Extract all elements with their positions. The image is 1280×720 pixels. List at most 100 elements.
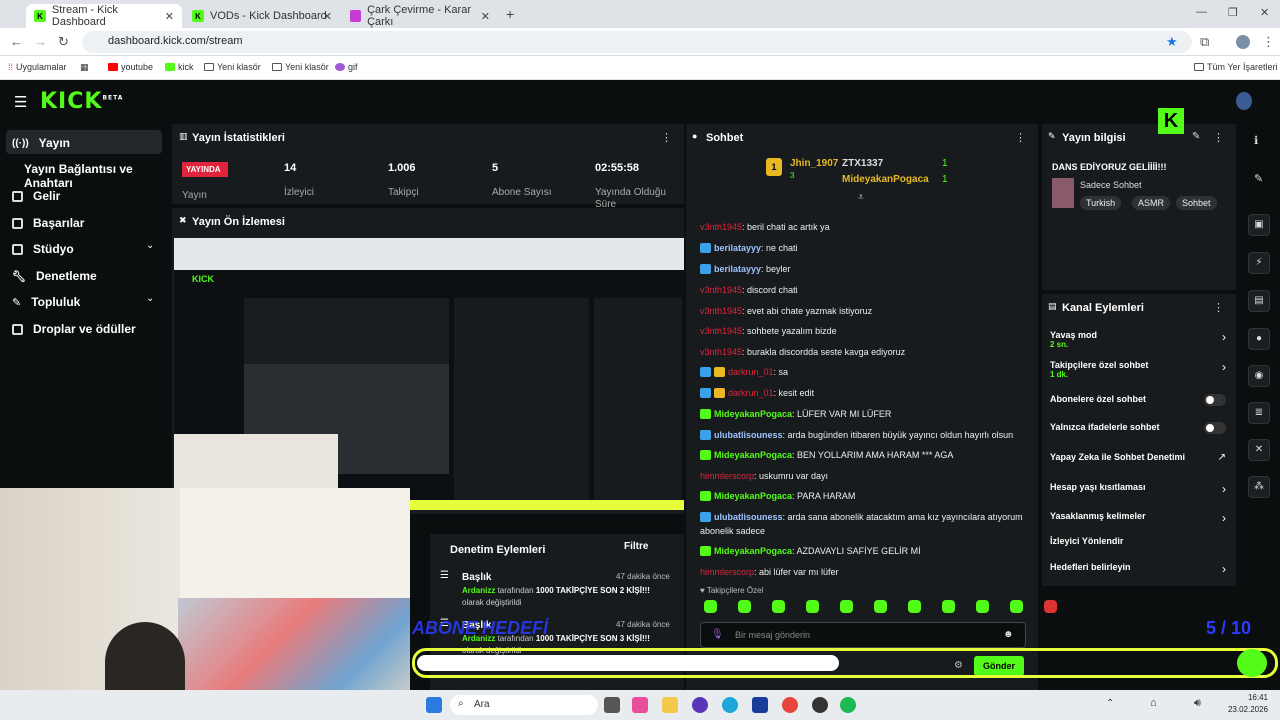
emote-icon[interactable] <box>772 600 785 613</box>
info-icon[interactable]: ℹ <box>1254 134 1258 147</box>
chat-username[interactable]: MideyakanPogaca <box>714 450 792 460</box>
bookmark-folder-1[interactable]: Yeni klasör <box>204 62 261 72</box>
chrome-icon[interactable] <box>782 697 798 713</box>
clock-date[interactable]: 23.02.2026 <box>1212 705 1268 714</box>
rail-button-share[interactable]: ⁂ <box>1248 476 1270 498</box>
browser-tab-stream[interactable]: K Stream - Kick Dashboard ✕ <box>26 4 182 28</box>
task-view-icon[interactable] <box>604 697 620 713</box>
emote-icon[interactable] <box>908 600 921 613</box>
chat-username[interactable]: v3nth1945 <box>700 347 742 357</box>
rail-button-list[interactable]: ▤ <box>1248 290 1270 312</box>
chevron-right-icon[interactable]: › <box>1222 330 1226 344</box>
toggle-switch[interactable] <box>1204 394 1226 406</box>
sidebar-item-denetleme[interactable]: 🔧︎ Denetleme <box>12 269 97 283</box>
sidebar-item-droplar[interactable]: Droplar ve ödüller <box>12 322 136 336</box>
emote-bar[interactable] <box>704 600 1057 614</box>
bookmark-folder-2[interactable]: Yeni klasör <box>272 62 329 72</box>
chevron-right-icon[interactable]: › <box>1222 482 1226 496</box>
bookmark-grid-icon[interactable]: ▦ <box>80 62 89 73</box>
bookmark-all[interactable]: Tüm Yer İşaretleri <box>1194 62 1278 72</box>
filter-button[interactable]: Filtre <box>624 541 648 552</box>
back-icon[interactable]: ← <box>10 34 23 49</box>
bookmark-star-icon[interactable]: ★ <box>1166 34 1178 50</box>
sidebar-item-yayin[interactable]: ((·)) Yayın <box>12 136 70 150</box>
channel-action-row[interactable]: Yalnızca ifadelerle sohbet <box>1042 422 1236 446</box>
chat-username[interactable]: MideyakanPogaca <box>714 491 792 501</box>
emote-icon[interactable] <box>874 600 887 613</box>
emoji-icon[interactable]: ☻ <box>1003 629 1014 640</box>
browser-menu-icon[interactable]: ⋮ <box>1262 34 1275 50</box>
channel-action-row[interactable]: Yavaş mod 2 sn. › <box>1042 330 1236 354</box>
rail-button-chat[interactable]: ● <box>1248 328 1270 350</box>
restore-window-icon[interactable]: ❐ <box>1228 6 1238 19</box>
rail-button-broadcast[interactable]: ◉ <box>1248 365 1270 387</box>
chat-username[interactable]: MideyakanPogaca <box>714 546 792 556</box>
reload-icon[interactable]: ↻ <box>58 34 69 50</box>
volume-icon[interactable]: 🔊︎ <box>1194 697 1201 710</box>
sidebar-item-studyo[interactable]: Stüdyo <box>12 242 74 256</box>
rail-button-clip[interactable]: ▣ <box>1248 214 1270 236</box>
tag[interactable]: ASMR <box>1132 196 1171 210</box>
close-tab-icon[interactable]: ✕ <box>323 10 332 23</box>
chevron-right-icon[interactable]: › <box>1222 562 1226 576</box>
close-window-icon[interactable]: ✕ <box>1260 6 1269 19</box>
chat-username[interactable]: ulubatlisouness <box>714 512 783 522</box>
channel-action-row[interactable]: Hedefleri belirleyin › <box>1042 562 1236 586</box>
emote-icon[interactable] <box>942 600 955 613</box>
forward-icon[interactable]: → <box>34 34 47 49</box>
emote-icon[interactable] <box>840 600 853 613</box>
close-tab-icon[interactable]: ✕ <box>481 10 490 23</box>
sidebar-item-basarilar[interactable]: Başarılar <box>12 216 84 230</box>
menu-icon[interactable]: ☰ <box>14 93 27 111</box>
store-icon[interactable] <box>632 697 648 713</box>
extensions-icon[interactable]: ⧉ <box>1200 34 1209 50</box>
chevron-down-icon[interactable]: ⌄ <box>146 293 154 304</box>
bookmark-kick[interactable]: kick <box>165 62 194 72</box>
chevron-right-icon[interactable]: › <box>1222 511 1226 525</box>
profile-avatar[interactable] <box>1236 35 1250 49</box>
channel-action-row[interactable]: Yapay Zeka ile Sohbet Denetimi ↗ <box>1042 452 1236 476</box>
network-icon[interactable]: ⌂ <box>1150 697 1157 709</box>
new-tab-button[interactable]: + <box>506 6 514 22</box>
more-icon[interactable]: ⋮ <box>1213 301 1224 314</box>
more-icon[interactable]: ⋮ <box>1213 131 1224 144</box>
pencil-icon[interactable]: ✎ <box>1254 172 1263 185</box>
channel-action-row[interactable]: Yasaklanmış kelimeler › <box>1042 511 1236 535</box>
channel-action-row[interactable]: İzleyici Yönlendir <box>1042 536 1236 560</box>
bookmark-gif[interactable]: gif <box>335 62 358 72</box>
bookmark-apps[interactable]: ⁞⁞ Uygulamalar <box>8 62 67 72</box>
rail-button-flash[interactable]: ⚡ <box>1248 252 1270 274</box>
tag[interactable]: Turkish <box>1080 196 1122 210</box>
browser-tab-vods[interactable]: K VODs - Kick Dashboard ✕ <box>184 4 340 28</box>
external-link-icon[interactable]: ↗ <box>1218 452 1226 463</box>
spotify-icon[interactable] <box>840 697 856 713</box>
bookmark-youtube[interactable]: youtube <box>108 62 153 72</box>
explorer-icon[interactable] <box>662 697 678 713</box>
sidebar-item-stream-key[interactable]: Yayın Bağlantısı ve Anahtarı <box>24 162 170 190</box>
chat-username[interactable]: v3nth1945 <box>700 306 742 316</box>
chat-username[interactable]: v3nth1945 <box>700 326 742 336</box>
minimize-window-icon[interactable]: — <box>1196 6 1207 18</box>
sidebar-item-gelir[interactable]: Gelir <box>12 189 60 203</box>
channel-action-row[interactable]: Takipçilere özel sohbet 1 dk. › <box>1042 360 1236 384</box>
chevron-right-icon[interactable]: › <box>1222 360 1226 374</box>
emote-icon[interactable] <box>976 600 989 613</box>
emote-icon[interactable] <box>1010 600 1023 613</box>
tray-chevron-icon[interactable]: ⌃ <box>1106 698 1114 709</box>
chat-username[interactable]: himmlerscorp <box>700 471 754 481</box>
chevron-down-icon[interactable]: ⌄ <box>146 240 154 251</box>
chat-username[interactable]: darkrun_01 <box>728 367 774 377</box>
sidebar-item-topluluk[interactable]: ✎ Topluluk <box>12 295 80 309</box>
emote-icon[interactable] <box>1044 600 1057 613</box>
windows-start-icon[interactable] <box>426 697 442 713</box>
edit-icon[interactable]: ✎ <box>1192 131 1200 142</box>
chat-username[interactable]: darkrun_01 <box>728 388 774 398</box>
kick-logo[interactable]: KICKBETA <box>40 89 123 114</box>
close-tab-icon[interactable]: ✕ <box>165 10 174 23</box>
more-icon[interactable]: ⋮ <box>1015 131 1026 144</box>
more-icon[interactable]: ⋮ <box>661 131 672 144</box>
tag[interactable]: Sohbet <box>1176 196 1217 210</box>
edge-icon[interactable] <box>722 697 738 713</box>
microphone-icon[interactable]: 🎙︎ <box>711 629 724 640</box>
channel-action-row[interactable]: Hesap yaşı kısıtlaması › <box>1042 482 1236 506</box>
